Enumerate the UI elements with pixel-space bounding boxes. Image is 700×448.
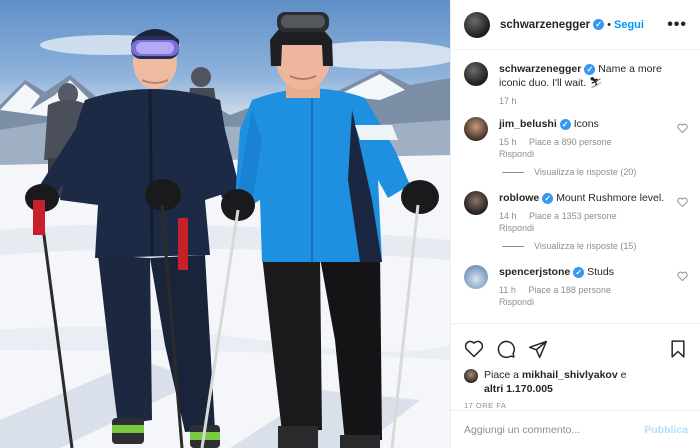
comment-text: Mount Rushmore level. — [556, 192, 665, 204]
reply-button[interactable]: Rispondi — [499, 222, 669, 234]
comment-username[interactable]: spencerjstone — [499, 266, 570, 278]
more-options-icon[interactable]: ••• — [667, 16, 687, 34]
replies-line — [502, 245, 524, 247]
view-replies-label[interactable]: Visualizza le risposte (15) — [534, 241, 636, 251]
likes-summary[interactable]: Piace a mikhail_shivlyakov e altri 1.170… — [451, 364, 700, 396]
action-icons-row — [451, 324, 700, 364]
verified-badge-icon: ✓ — [573, 266, 585, 278]
comment-username[interactable]: jim_belushi — [499, 118, 557, 130]
verified-badge-icon: ✓ — [584, 63, 596, 75]
commenter-avatar[interactable] — [464, 265, 488, 289]
post-side-panel: schwarzenegger ✓ • Segui ••• schwarzeneg… — [450, 0, 700, 448]
caption: schwarzenegger ✓ Name a more iconic duo. … — [464, 62, 688, 107]
comment-like-heart-icon[interactable] — [677, 271, 688, 281]
comment-likes[interactable]: Piace a 188 persone — [528, 285, 611, 295]
caption-avatar[interactable] — [464, 62, 488, 86]
comment-username[interactable]: roblowe — [499, 192, 539, 204]
heart-icon[interactable] — [464, 339, 484, 359]
verified-badge-icon: ✓ — [542, 192, 554, 204]
likes-suffix: e — [617, 369, 627, 381]
share-icon[interactable] — [528, 339, 548, 359]
verified-badge-icon: ✓ — [559, 118, 571, 130]
replies-line — [502, 171, 524, 173]
liker-avatar[interactable] — [464, 369, 478, 383]
verified-badge-icon: ✓ — [593, 19, 605, 30]
post-actions: Piace a mikhail_shivlyakov e altri 1.170… — [451, 323, 700, 448]
caption-time: 17 h — [499, 96, 517, 106]
likes-others[interactable]: altri 1.170.005 — [484, 383, 553, 395]
comment-time: 14 h — [499, 211, 517, 221]
author-username[interactable]: schwarzenegger — [500, 19, 590, 31]
caption-username[interactable]: schwarzenegger — [499, 63, 581, 75]
comment-item: roblowe ✓ Mount Rushmore level. 14 h Piac… — [464, 191, 688, 234]
view-replies-label[interactable]: Visualizza le risposte (20) — [534, 167, 636, 177]
view-replies-button[interactable]: Visualizza le risposte (15) — [502, 241, 688, 251]
author-avatar[interactable] — [464, 11, 490, 38]
post-header: schwarzenegger ✓ • Segui ••• — [451, 0, 700, 50]
comment-time: 15 h — [499, 137, 517, 147]
comment-text: Icons — [573, 118, 599, 130]
comment-item: spencerjstone ✓ Studs 11 h Piace a 188 pe… — [464, 265, 688, 308]
comment-like-heart-icon[interactable] — [677, 123, 688, 133]
ski-photo-illustration — [0, 12, 450, 448]
separator-dot: • — [607, 18, 611, 31]
post-date[interactable]: 17 ORE FA — [451, 396, 700, 410]
comment-like-heart-icon[interactable] — [677, 197, 688, 207]
post-photo[interactable] — [0, 0, 450, 448]
follow-button[interactable]: Segui — [614, 19, 644, 31]
reply-button[interactable]: Rispondi — [499, 148, 669, 160]
reply-button[interactable]: Rispondi — [499, 296, 669, 308]
publish-button[interactable]: Pubblica — [644, 424, 688, 436]
comment-input[interactable] — [464, 424, 645, 436]
comment-text: Studs — [587, 266, 614, 278]
likes-prefix: Piace a — [484, 369, 522, 381]
comments-list[interactable]: schwarzenegger ✓ Name a more iconic duo. … — [451, 50, 700, 323]
commenter-avatar[interactable] — [464, 117, 488, 141]
add-comment-bar: Pubblica — [451, 410, 700, 448]
comment-item: jim_belushi ✓ Icons 15 h Piace a 890 pers… — [464, 117, 688, 160]
liker-username[interactable]: mikhail_shivlyakov — [522, 369, 618, 381]
bookmark-icon[interactable] — [668, 339, 688, 359]
view-replies-button[interactable]: Visualizza le risposte (20) — [502, 167, 688, 177]
comment-likes[interactable]: Piace a 890 persone — [529, 137, 612, 147]
comment-icon[interactable] — [496, 339, 516, 359]
comment-time: 11 h — [499, 285, 516, 295]
commenter-avatar[interactable] — [464, 191, 488, 215]
comment-likes[interactable]: Piace a 1353 persone — [529, 211, 617, 221]
